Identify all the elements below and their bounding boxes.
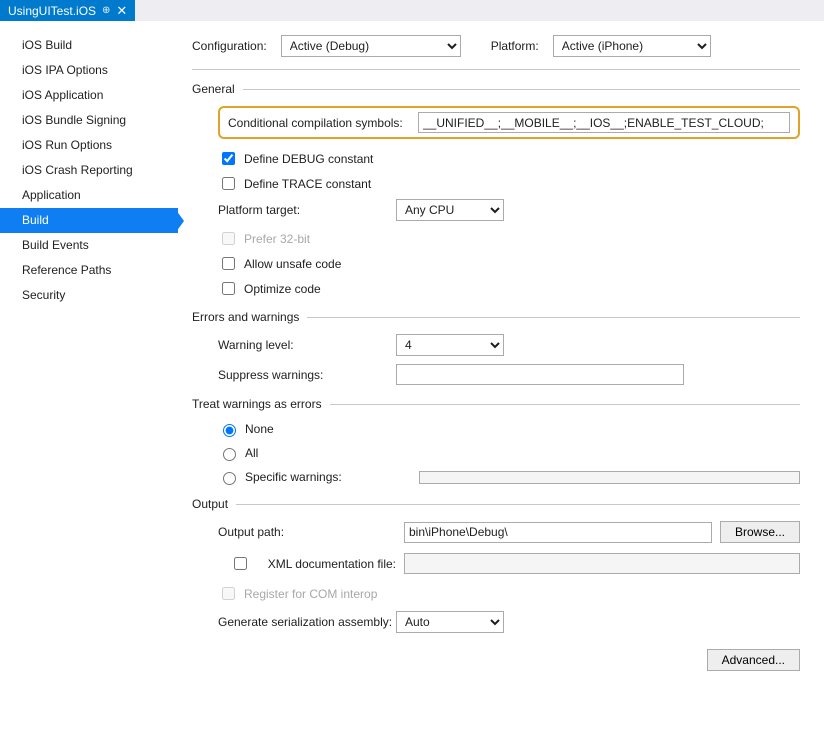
warning-level-select[interactable]: 4: [396, 334, 504, 356]
group-errors-title: Errors and warnings: [192, 310, 299, 324]
group-errors: Errors and warnings: [192, 310, 800, 324]
define-trace-checkbox[interactable]: [222, 177, 235, 190]
define-trace-label: Define TRACE constant: [244, 177, 371, 191]
output-path-label: Output path:: [218, 525, 396, 539]
treat-all-radio[interactable]: [223, 448, 236, 461]
optimize-code-label: Optimize code: [244, 282, 321, 296]
sidebar-item-reference-paths[interactable]: Reference Paths: [0, 258, 178, 283]
browse-button[interactable]: Browse...: [720, 521, 800, 543]
register-com-checkbox: [222, 587, 235, 600]
document-tab[interactable]: UsingUITest.iOS ⊕ ✕: [0, 0, 135, 21]
define-debug-checkbox[interactable]: [222, 152, 235, 165]
gen-serialization-select[interactable]: Auto: [396, 611, 504, 633]
properties-sidebar: iOS Build iOS IPA Options iOS Applicatio…: [0, 21, 178, 738]
close-icon[interactable]: ✕: [116, 3, 127, 19]
platform-select[interactable]: Active (iPhone): [553, 35, 711, 57]
sidebar-item-ios-application[interactable]: iOS Application: [0, 83, 178, 108]
conditional-symbols-label: Conditional compilation symbols:: [228, 116, 410, 130]
conditional-symbols-highlight: Conditional compilation symbols:: [218, 106, 800, 139]
treat-specific-label: Specific warnings:: [245, 470, 413, 484]
group-output-title: Output: [192, 497, 228, 511]
sidebar-item-application[interactable]: Application: [0, 183, 178, 208]
tab-strip: UsingUITest.iOS ⊕ ✕: [0, 0, 824, 21]
conditional-symbols-input[interactable]: [418, 112, 790, 133]
group-general-title: General: [192, 82, 235, 96]
platform-target-label: Platform target:: [218, 203, 396, 217]
treat-none-label: None: [245, 422, 413, 436]
prefer-32bit-label: Prefer 32-bit: [244, 232, 310, 246]
platform-target-select[interactable]: Any CPU: [396, 199, 504, 221]
group-treat-title: Treat warnings as errors: [192, 397, 322, 411]
header-separator: [192, 69, 800, 70]
sidebar-item-build[interactable]: Build: [0, 208, 178, 233]
xml-doc-label: XML documentation file:: [268, 557, 396, 571]
tab-title: UsingUITest.iOS: [8, 4, 96, 18]
suppress-warnings-input[interactable]: [396, 364, 684, 385]
configuration-label: Configuration:: [192, 39, 267, 53]
treat-none-radio[interactable]: [223, 424, 236, 437]
warning-level-label: Warning level:: [218, 338, 396, 352]
optimize-code-checkbox[interactable]: [222, 282, 235, 295]
sidebar-item-ios-crash-reporting[interactable]: iOS Crash Reporting: [0, 158, 178, 183]
sidebar-item-ios-build[interactable]: iOS Build: [0, 33, 178, 58]
define-debug-label: Define DEBUG constant: [244, 152, 373, 166]
platform-label: Platform:: [491, 39, 539, 53]
gen-serialization-label: Generate serialization assembly:: [218, 615, 396, 629]
register-com-label: Register for COM interop: [244, 587, 377, 601]
group-treat-warnings: Treat warnings as errors: [192, 397, 800, 411]
advanced-button[interactable]: Advanced...: [707, 649, 800, 671]
output-path-input[interactable]: [404, 522, 712, 543]
group-output: Output: [192, 497, 800, 511]
sidebar-item-ios-run-options[interactable]: iOS Run Options: [0, 133, 178, 158]
group-general: General: [192, 82, 800, 96]
prefer-32bit-checkbox: [222, 232, 235, 245]
sidebar-item-ios-bundle-signing[interactable]: iOS Bundle Signing: [0, 108, 178, 133]
treat-all-label: All: [245, 446, 413, 460]
sidebar-item-ios-ipa-options[interactable]: iOS IPA Options: [0, 58, 178, 83]
configuration-select[interactable]: Active (Debug): [281, 35, 461, 57]
xml-doc-checkbox[interactable]: [222, 557, 259, 570]
sidebar-item-security[interactable]: Security: [0, 283, 178, 308]
treat-specific-radio[interactable]: [223, 472, 236, 485]
pin-icon[interactable]: ⊕: [102, 5, 110, 16]
xml-doc-input: [404, 553, 800, 574]
treat-specific-input: [419, 471, 800, 484]
allow-unsafe-checkbox[interactable]: [222, 257, 235, 270]
allow-unsafe-label: Allow unsafe code: [244, 257, 341, 271]
sidebar-item-build-events[interactable]: Build Events: [0, 233, 178, 258]
content-pane: Configuration: Active (Debug) Platform: …: [178, 21, 824, 738]
suppress-warnings-label: Suppress warnings:: [218, 368, 396, 382]
